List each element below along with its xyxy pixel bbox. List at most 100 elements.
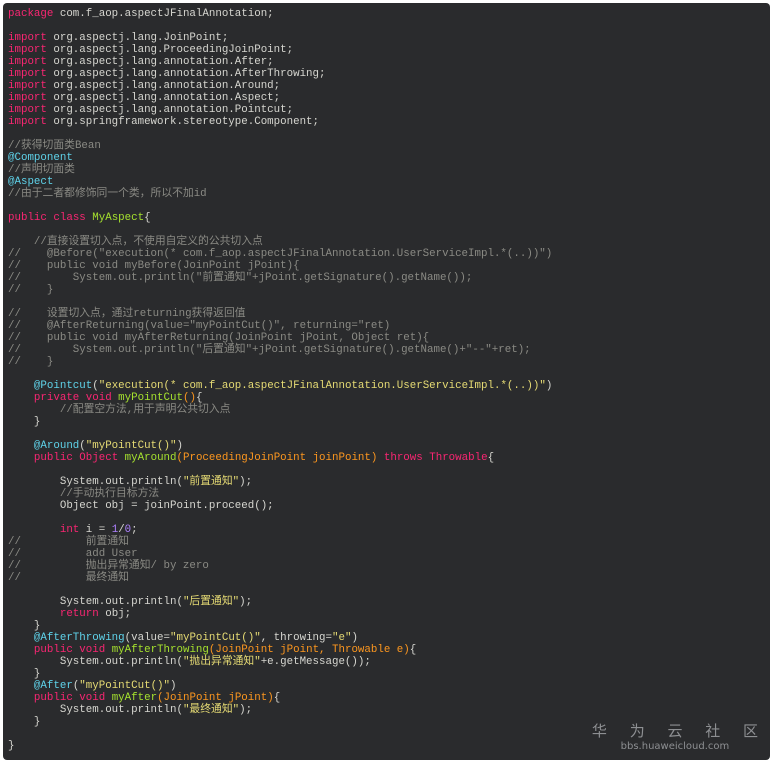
code-line: import org.aspectj.lang.JoinPoint; [8, 32, 552, 44]
code-line: System.out.println("最终通知"); [8, 704, 552, 716]
code-line: // 抛出异常通知/ by zero [8, 560, 552, 572]
code-token: obj; [98, 608, 132, 620]
code-line: public void myAfterThrowing(JoinPoint jP… [8, 644, 552, 656]
code-token: // public void myAfterReturning(JoinPoin… [8, 332, 430, 344]
code-token: class [53, 212, 86, 224]
code-token: package [8, 8, 54, 20]
code-token: "myPointCut()" [79, 680, 171, 692]
code-line: import org.aspectj.lang.annotation.Aspec… [8, 92, 552, 104]
code-line: import org.aspectj.lang.annotation.After… [8, 56, 552, 68]
code-token: (ProceedingJoinPoint joinPoint) [176, 452, 378, 464]
code-token: "抛出异常通知" [182, 656, 261, 668]
code-line: return obj; [8, 608, 552, 620]
code-line: @AfterThrowing(value="myPointCut()", thr… [8, 632, 552, 644]
code-line: System.out.println("抛出异常通知"+e.getMessage… [8, 656, 552, 668]
code-token: // @Before("execution(* com.f_aop.aspect… [8, 248, 553, 260]
code-token: org.aspectj.lang.annotation.Pointcut; [46, 104, 294, 116]
code-token: public [33, 452, 73, 464]
code-token: Object [79, 452, 119, 464]
code-token: // public void myBefore(JoinPoint jPoint… [8, 260, 300, 272]
code-token: //获得切面类Bean [8, 140, 101, 152]
code-line: import org.aspectj.lang.annotation.Point… [8, 104, 552, 116]
code-line: // 最终通知 [8, 572, 552, 584]
code-token: import [8, 116, 47, 128]
code-line: //声明切面类 [8, 164, 552, 176]
code-token: myAround [124, 452, 177, 464]
code-token: // 前置通知 [8, 536, 129, 548]
code-token: com.f_aop.aspectJFinalAnnotation; [53, 8, 274, 20]
code-token: public [33, 692, 73, 704]
code-token: void [79, 644, 106, 656]
code-token: import [8, 80, 47, 92]
code-token: public [33, 644, 73, 656]
code-token: @Around [33, 440, 80, 452]
code-token: // add User [8, 548, 138, 560]
code-token: // 最终通知 [8, 572, 129, 584]
code-token: "最终通知" [182, 704, 240, 716]
code-token: // 设置切入点，通过returning获得返回值 [8, 308, 246, 320]
code-line: @Aspect [8, 176, 552, 188]
watermark-url: bbs.huaweicloud.com [620, 741, 730, 752]
code-token: "e" [332, 632, 352, 644]
code-token: //配置空方法,用于声明公共切入点 [8, 404, 231, 416]
code-line: public void myAfter(JoinPoint jPoint){ [8, 692, 552, 704]
code-line: //由于二者都修饰同一个类，所以不加id [8, 188, 552, 200]
code-token: @Pointcut [33, 380, 93, 392]
code-token: private [33, 392, 80, 404]
code-token: (JoinPoint jPoint) [157, 692, 274, 704]
code-line: //配置空方法,用于声明公共切入点 [8, 404, 552, 416]
code-token: import [8, 32, 47, 44]
code-line: @After("myPointCut()") [8, 680, 552, 692]
code-token: ); [239, 704, 253, 716]
code-line: private void myPointCut(){ [8, 392, 552, 404]
code-token: @Component [8, 152, 73, 164]
code-token: org.aspectj.lang.annotation.After; [46, 56, 274, 68]
code-token: org.aspectj.lang.ProceedingJoinPoint; [46, 44, 294, 56]
code-line: // } [8, 356, 552, 368]
code-token: } [8, 668, 41, 680]
code-token: // @AfterReturning(value="myPointCut()",… [8, 320, 391, 332]
code-line: @Around("myPointCut()") [8, 440, 552, 452]
code-token: , throwing= [260, 632, 332, 644]
code-token: @AfterThrowing [33, 632, 125, 644]
code-line: } [8, 668, 552, 680]
code-block: package com.f_aop.aspectJFinalAnnotation… [8, 8, 552, 752]
code-line: System.out.println("前置通知"); [8, 476, 552, 488]
code-token: ); [239, 596, 253, 608]
code-token: "execution(* com.f_aop.aspectJFinalAnnot… [98, 380, 546, 392]
code-token: } [8, 620, 41, 632]
code-line: //直接设置切入点，不使用自定义的公共切入点 [8, 236, 552, 248]
code-line: // 设置切入点，通过returning获得返回值 [8, 308, 552, 320]
code-line: // @Before("execution(* com.f_aop.aspect… [8, 248, 552, 260]
code-token: "前置通知" [182, 476, 240, 488]
code-line: //手动执行目标方法 [8, 488, 552, 500]
code-token: public [8, 212, 47, 224]
code-line: @Pointcut("execution(* com.f_aop.aspectJ… [8, 380, 552, 392]
code-token: import [8, 92, 47, 104]
code-line: import org.aspectj.lang.ProceedingJoinPo… [8, 44, 552, 56]
code-line: // add User [8, 548, 552, 560]
code-token: throws [383, 452, 423, 464]
code-token: //直接设置切入点，不使用自定义的公共切入点 [8, 236, 263, 248]
code-line: // public void myAfterReturning(JoinPoin… [8, 332, 552, 344]
code-token: i = [79, 524, 112, 536]
code-line: // @AfterReturning(value="myPointCut()",… [8, 320, 552, 332]
code-token: { [487, 452, 495, 464]
code-token: // System.out.println("前置通知"+jPoint.getS… [8, 272, 473, 284]
code-line: // System.out.println("前置通知"+jPoint.getS… [8, 272, 552, 284]
code-token: // 抛出异常通知/ by zero [8, 560, 209, 572]
code-token: MyAspect [92, 212, 145, 224]
code-token: import [8, 104, 47, 116]
code-token: { [195, 392, 203, 404]
code-token: (value= [124, 632, 170, 644]
code-token: //由于二者都修饰同一个类，所以不加id [8, 188, 207, 200]
